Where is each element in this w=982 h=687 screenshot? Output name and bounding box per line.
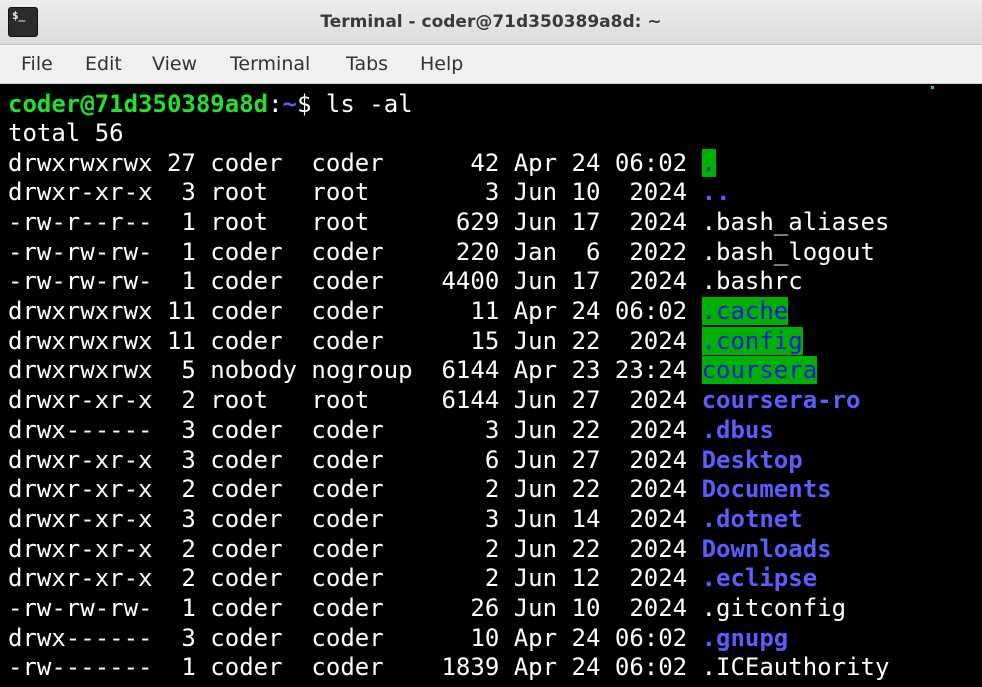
entry-attributes: drwxrwxrwx 27 coder coder 42 Apr 24 06:0… (8, 148, 702, 177)
entry-attributes: -rw-rw-rw- 1 coder coder 26 Jun 10 2024 (8, 594, 702, 622)
listing-row: -rw-r--r-- 1 root root 629 Jun 17 2024 .… (8, 208, 889, 237)
menu-edit[interactable]: Edit (85, 45, 122, 83)
entry-name: .. (701, 178, 731, 207)
entry-name: .bashrc (701, 267, 803, 296)
entry-name: coursera (701, 356, 818, 385)
entry-name: . (701, 148, 717, 177)
entry-name: .bash_aliases (701, 207, 890, 236)
entry-attributes: drwx------ 3 coder coder 3 Jun 22 2024 (8, 415, 702, 444)
entry-name: Downloads (701, 534, 832, 563)
entry-name: .dbus (701, 415, 774, 444)
prompt-symbol: $ (297, 90, 312, 118)
listing-row: drwx------ 3 coder coder 10 Apr 24 06:02… (8, 624, 788, 653)
entry-attributes: drwxrwxrwx 11 coder coder 11 Apr 24 06:0… (8, 297, 702, 325)
entry-attributes: drwxr-xr-x 3 root root 3 Jun 10 2024 (8, 178, 702, 207)
listing-row: -rw------- 1 coder coder 1839 Apr 24 06:… (8, 653, 889, 682)
entry-name: coursera-ro (701, 386, 861, 415)
entry-name: .eclipse (701, 564, 818, 593)
total-line: total 56 (8, 119, 124, 147)
entry-attributes: drwxrwxrwx 11 coder coder 15 Jun 22 2024 (8, 326, 702, 355)
menu-terminal[interactable]: Terminal (230, 45, 310, 83)
terminal-window: $_ Terminal - coder@71d350389a8d: ~ File… (0, 0, 982, 687)
listing-row: drwxr-xr-x 3 coder coder 3 Jun 14 2024 .… (8, 505, 803, 534)
entry-attributes: -rw-r--r-- 1 root root 629 Jun 17 2024 (8, 207, 702, 236)
menu-tabs[interactable]: Tabs (346, 45, 388, 83)
prompt-path: ~ (282, 90, 297, 118)
listing-row: drwxr-xr-x 2 coder coder 2 Jun 22 2024 D… (8, 475, 832, 504)
entry-attributes: drwxrwxrwx 5 nobody nogroup 6144 Apr 23 … (8, 356, 702, 385)
entry-name: .gnupg (701, 623, 789, 652)
listing-row: drwxr-xr-x 2 root root 6144 Jun 27 2024 … (8, 386, 861, 415)
entry-attributes: drwxr-xr-x 3 coder coder 6 Jun 27 2024 (8, 445, 702, 474)
entry-attributes: drwxr-xr-x 2 coder coder 2 Jun 12 2024 (8, 564, 702, 593)
entry-attributes: drwxr-xr-x 2 coder coder 2 Jun 22 2024 (8, 534, 702, 563)
entry-name: .cache (701, 297, 789, 325)
entry-name: .dotnet (701, 504, 803, 533)
menu-help[interactable]: Help (420, 45, 463, 83)
entry-attributes: drwx------ 3 coder coder 10 Apr 24 06:02 (8, 623, 702, 652)
listing-row: drwxrwxrwx 11 coder coder 15 Jun 22 2024… (8, 326, 803, 356)
listing-row: -rw-rw-rw- 1 coder coder 220 Jan 6 2022 … (8, 238, 875, 267)
listing-row: drwxr-xr-x 2 coder coder 2 Jun 22 2024 D… (8, 535, 832, 564)
entry-attributes: drwxr-xr-x 3 coder coder 3 Jun 14 2024 (8, 504, 702, 533)
title-bar[interactable]: $_ Terminal - coder@71d350389a8d: ~ (0, 0, 982, 45)
listing-row: drwxrwxrwx 27 coder coder 42 Apr 24 06:0… (8, 148, 717, 178)
listing-row: drwxr-xr-x 2 coder coder 2 Jun 12 2024 .… (8, 564, 817, 593)
window-title: Terminal - coder@71d350389a8d: ~ (320, 12, 662, 32)
prompt-separator: : (268, 90, 283, 118)
listing-row: drwxr-xr-x 3 coder coder 6 Jun 27 2024 D… (8, 446, 803, 475)
entry-attributes: -rw------- 1 coder coder 1839 Apr 24 06:… (8, 653, 702, 682)
entry-name: Documents (701, 475, 832, 504)
prompt-command: ls -al (311, 90, 413, 118)
scroll-indicator (931, 86, 934, 89)
entry-name: .gitconfig (701, 594, 847, 622)
terminal-output[interactable]: coder@71d350389a8d:~$ ls -al total 56 dr… (0, 88, 982, 687)
listing-row: drwxrwxrwx 5 nobody nogroup 6144 Apr 23 … (8, 356, 818, 385)
entry-name: .config (701, 326, 803, 355)
entry-name: Desktop (701, 445, 803, 474)
prompt-line: coder@71d350389a8d:~$ ls -al (8, 90, 413, 119)
entry-name: .bash_logout (701, 237, 875, 266)
prompt-user-host: coder@71d350389a8d (8, 90, 269, 118)
listing-row: drwxrwxrwx 11 coder coder 11 Apr 24 06:0… (8, 297, 789, 326)
menu-file[interactable]: File (21, 45, 53, 83)
entry-attributes: -rw-rw-rw- 1 coder coder 4400 Jun 17 202… (8, 267, 702, 296)
entry-attributes: drwxr-xr-x 2 root root 6144 Jun 27 2024 (8, 386, 702, 415)
listing-row: -rw-rw-rw- 1 coder coder 26 Jun 10 2024 … (8, 594, 846, 623)
menu-bar: File Edit View Terminal Tabs Help (0, 45, 982, 84)
entry-attributes: drwxr-xr-x 2 coder coder 2 Jun 22 2024 (8, 475, 702, 504)
listing-row: drwx------ 3 coder coder 3 Jun 22 2024 .… (8, 416, 774, 445)
listing-row: drwxr-xr-x 3 root root 3 Jun 10 2024 .. (8, 178, 730, 207)
listing-row: -rw-rw-rw- 1 coder coder 4400 Jun 17 202… (8, 267, 803, 296)
entry-name: .ICEauthority (701, 653, 890, 682)
entry-attributes: -rw-rw-rw- 1 coder coder 220 Jan 6 2022 (8, 237, 702, 266)
menu-view[interactable]: View (152, 45, 197, 83)
